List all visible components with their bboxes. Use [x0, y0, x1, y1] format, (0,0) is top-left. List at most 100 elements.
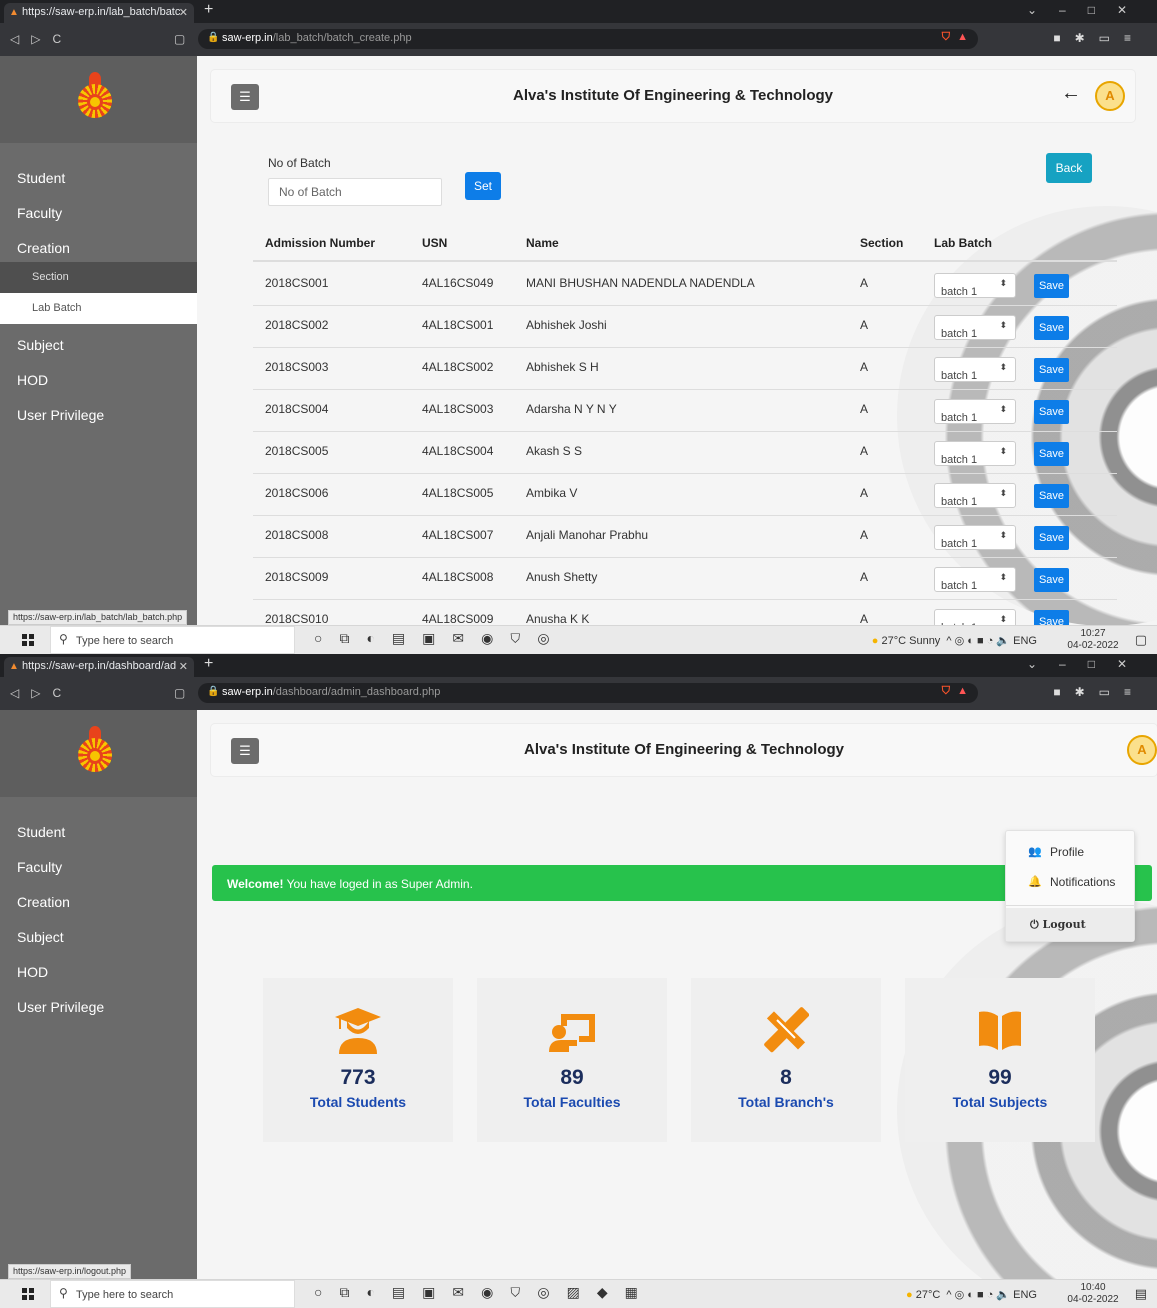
dropdown-logout[interactable]: ⏻ Logout — [1006, 908, 1134, 941]
cell-usn: 4AL18CS005 — [422, 486, 494, 500]
taskbar-search[interactable]: ⚲ Type here to search — [50, 1280, 295, 1308]
taskbar-search[interactable]: ⚲ Type here to search — [50, 626, 295, 654]
notification-center-icon[interactable]: ▤ — [1135, 1286, 1147, 1302]
weather-text[interactable]: 27°C Sunny — [881, 635, 940, 647]
lab-batch-select[interactable]: batch 1⬍ — [934, 525, 1016, 550]
lab-batch-select[interactable]: batch 1⬍ — [934, 399, 1016, 424]
url-field[interactable]: 🔒 saw-erp.in/dashboard/admin_dashboard.p… — [198, 683, 978, 703]
sidebar-subitem-section[interactable]: Section — [0, 262, 197, 293]
sidebar-item-creation[interactable]: Creation — [0, 230, 197, 264]
clock-date: 04-02-2022 — [1067, 1294, 1119, 1305]
sidebar-subitem-lab-batch[interactable]: Lab Batch — [0, 293, 197, 324]
avatar[interactable]: A — [1127, 735, 1157, 765]
taskbar-app-icons[interactable]: ○⧉◐▤▣✉◉⛉◎▨◆▦ — [314, 1284, 655, 1301]
sidebar-item-student[interactable]: Student — [0, 160, 197, 194]
sidebar: Student Faculty Creation Subject HOD Use… — [0, 710, 197, 1279]
table-row: 2018CS002 4AL18CS001 Abhishek Joshi Abatch … — [253, 306, 1117, 348]
browser-tabbar: ▲ https://saw-erp.in/lab_batch/batc ✕ + … — [0, 0, 1157, 23]
sidebar-item-faculty[interactable]: Faculty — [0, 849, 197, 883]
header-section: Section — [860, 236, 904, 250]
new-tab-icon[interactable]: + — [204, 655, 213, 673]
lab-batch-select[interactable]: batch 1⬍ — [934, 567, 1016, 592]
back-arrow-icon[interactable]: ← — [1061, 82, 1081, 105]
browser-tab[interactable]: ▲ https://saw-erp.in/dashboard/ad ✕ — [4, 657, 194, 677]
alert-text: You have loged in as Super Admin. — [283, 877, 473, 891]
sidebar-item-student[interactable]: Student — [0, 814, 197, 848]
save-button[interactable]: Save — [1034, 610, 1069, 625]
brave-rewards-icon[interactable]: ▲ — [957, 31, 968, 43]
stat-label-subjects: Total Subjects — [952, 1094, 1048, 1110]
tab-close-icon[interactable]: ✕ — [179, 6, 188, 19]
save-button[interactable]: Save — [1034, 316, 1069, 340]
sidebar-item-subject[interactable]: Subject — [0, 919, 197, 953]
lab-batch-select[interactable]: batch 1⬍ — [934, 609, 1016, 625]
nav-buttons-icon[interactable]: ◁▷C — [10, 686, 73, 700]
clock[interactable]: 10:27 04-02-2022 — [1065, 628, 1121, 652]
extension-icons[interactable]: ■✱▭≡ — [1053, 31, 1145, 45]
extension-icons[interactable]: ■✱▭≡ — [1053, 685, 1145, 699]
weather-text[interactable]: 27°C — [916, 1289, 941, 1301]
header-lab-batch: Lab Batch — [934, 236, 993, 250]
system-tray: ● 27°C Sunny ^ ◎ ◐ ■ ◔ 🔈 ENG — [871, 635, 1037, 647]
stat-card-branches[interactable]: 8 Total Branch's — [691, 978, 881, 1142]
dropdown-profile[interactable]: 👥 Profile — [1006, 837, 1134, 867]
save-button[interactable]: Save — [1034, 568, 1069, 592]
language-indicator[interactable]: ENG — [1013, 1289, 1037, 1301]
set-button[interactable]: Set — [465, 172, 501, 200]
sidebar-item-creation[interactable]: Creation — [0, 884, 197, 918]
bell-icon: 🔔 — [1028, 876, 1042, 888]
save-button[interactable]: Save — [1034, 526, 1069, 550]
bookmark-icon[interactable]: ▢ — [174, 686, 185, 700]
save-button[interactable]: Save — [1034, 400, 1069, 424]
sidebar-item-user-privilege[interactable]: User Privilege — [0, 397, 197, 431]
lab-batch-select[interactable]: batch 1⬍ — [934, 273, 1016, 298]
notification-center-icon[interactable]: ▢ — [1135, 632, 1147, 648]
lab-batch-select[interactable]: batch 1⬍ — [934, 441, 1016, 466]
url-field[interactable]: 🔒 saw-erp.in/lab_batch/batch_create.php … — [198, 29, 978, 49]
back-button[interactable]: Back — [1046, 153, 1092, 183]
lab-batch-screen: ▲ https://saw-erp.in/lab_batch/batc ✕ + … — [0, 0, 1157, 654]
top-navbar: ☰ Alva's Institute Of Engineering & Tech… — [211, 70, 1135, 122]
tab-close-icon[interactable]: ✕ — [179, 660, 188, 673]
lab-batch-select[interactable]: batch 1⬍ — [934, 357, 1016, 382]
browser-tab[interactable]: ▲ https://saw-erp.in/lab_batch/batc ✕ — [4, 3, 194, 23]
new-tab-icon[interactable]: + — [204, 1, 213, 19]
lab-batch-select[interactable]: batch 1⬍ — [934, 483, 1016, 508]
stat-card-students[interactable]: 773 Total Students — [263, 978, 453, 1142]
sidebar-item-user-privilege[interactable]: User Privilege — [0, 989, 197, 1023]
sidebar-item-subject[interactable]: Subject — [0, 327, 197, 361]
stat-card-faculties[interactable]: 89 Total Faculties — [477, 978, 667, 1142]
save-button[interactable]: Save — [1034, 484, 1069, 508]
brave-rewards-icon[interactable]: ▲ — [957, 685, 968, 697]
save-button[interactable]: Save — [1034, 358, 1069, 382]
windows-start-icon[interactable] — [22, 634, 34, 646]
sidebar-item-hod[interactable]: HOD — [0, 362, 197, 396]
sidebar-item-faculty[interactable]: Faculty — [0, 195, 197, 229]
cell-usn: 4AL18CS008 — [422, 570, 494, 584]
batch-count-input[interactable]: No of Batch — [268, 178, 442, 206]
save-button[interactable]: Save — [1034, 274, 1069, 298]
clock[interactable]: 10:40 04-02-2022 — [1065, 1282, 1121, 1306]
brave-favicon-icon: ▲ — [9, 661, 19, 672]
lab-batch-value: batch 1 — [941, 538, 978, 550]
taskbar-app-icons[interactable]: ○⧉◐▤▣✉◉⛉◎ — [314, 630, 567, 647]
taskbar-search-placeholder: Type here to search — [76, 1289, 174, 1301]
window-controls[interactable]: ⌄–□✕ — [1027, 3, 1149, 17]
bookmark-icon[interactable]: ▢ — [174, 32, 185, 46]
lab-batch-select[interactable]: batch 1⬍ — [934, 315, 1016, 340]
sidebar-item-hod[interactable]: HOD — [0, 954, 197, 988]
windows-start-icon[interactable] — [22, 1288, 34, 1300]
brave-shield-icon[interactable]: ⛉ — [942, 685, 950, 698]
avatar[interactable]: A — [1095, 81, 1125, 111]
institute-title: Alva's Institute Of Engineering & Techno… — [513, 87, 833, 104]
cell-name: Akash S S — [526, 444, 583, 458]
lock-icon: 🔒 — [207, 686, 220, 697]
stat-card-subjects[interactable]: 99 Total Subjects — [905, 978, 1095, 1142]
save-button[interactable]: Save — [1034, 442, 1069, 466]
window-controls[interactable]: ⌄–□✕ — [1027, 657, 1149, 671]
language-indicator[interactable]: ENG — [1013, 635, 1037, 647]
brave-shield-icon[interactable]: ⛉ — [942, 31, 950, 44]
dropdown-notifications[interactable]: 🔔 Notifications — [1006, 867, 1134, 897]
cell-usn: 4AL18CS007 — [422, 528, 494, 542]
nav-buttons-icon[interactable]: ◁▷C — [10, 32, 73, 46]
